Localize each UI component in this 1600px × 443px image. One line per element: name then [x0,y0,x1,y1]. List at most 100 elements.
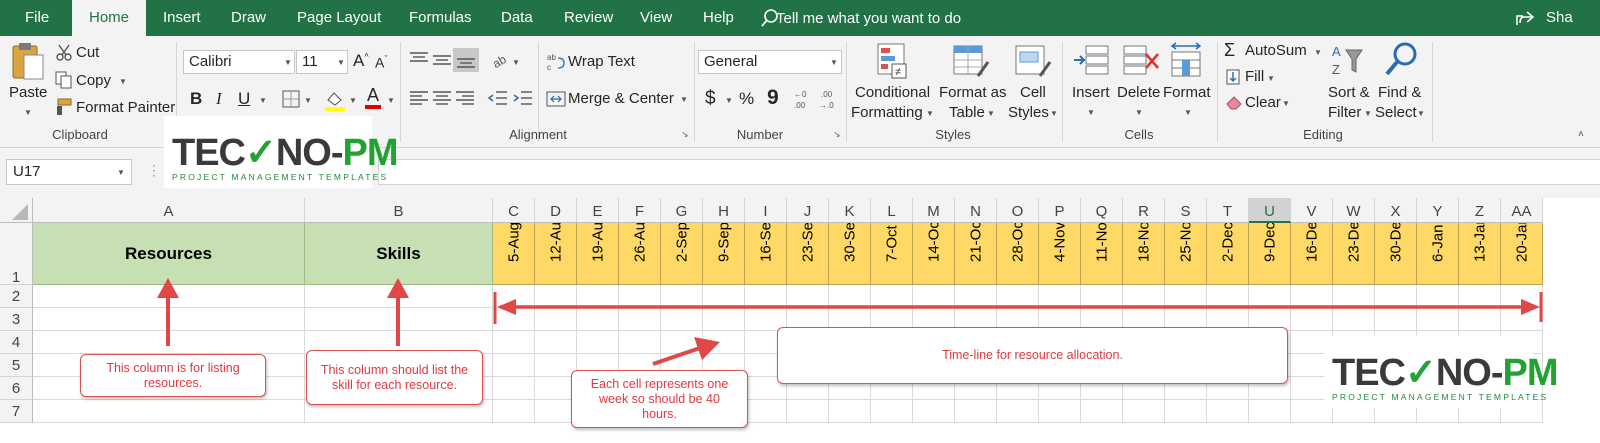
font-size-dropdown-icon[interactable]: ▼ [337,58,345,67]
fill-button[interactable]: Fill [1245,68,1264,85]
fill-icon[interactable] [1225,69,1241,85]
bold-button[interactable]: B [190,89,202,109]
delete-cells-button[interactable]: Delete [1117,84,1160,101]
tab-view[interactable]: View [640,0,672,36]
increase-font-size-icon[interactable]: A^ [353,51,369,71]
clear-dropdown-icon[interactable]: ▼ [1282,99,1290,108]
format-painter-icon[interactable] [55,98,73,116]
copy-button[interactable]: Copy [76,72,111,89]
wrap-text-icon[interactable]: abc [546,52,566,72]
cell-styles-icon[interactable] [1014,42,1054,82]
number-format-combo[interactable]: General [698,50,842,74]
format-cells-button[interactable]: Format [1163,84,1211,101]
merge-center-button[interactable]: Merge & Center [568,90,674,107]
wrap-text-button[interactable]: Wrap Text [568,53,635,70]
conditional-formatting-label-2[interactable]: Formatting [851,104,923,121]
conditional-formatting-icon[interactable]: ≠ [876,42,910,82]
tab-insert[interactable]: Insert [163,0,201,36]
cell-styles-dropdown-icon[interactable]: ▼ [1050,109,1058,118]
borders-icon[interactable] [281,89,301,109]
paste-dropdown-icon[interactable]: ▼ [24,108,32,117]
cell-styles-label-2[interactable]: Styles [1008,104,1049,121]
collapse-ribbon-icon[interactable]: ˄ [1578,129,1584,140]
share-icon[interactable] [1515,9,1537,27]
format-painter-button[interactable]: Format Painter [76,99,175,116]
decrease-font-size-icon[interactable]: Aˇ [375,54,387,71]
font-color-icon[interactable]: A [365,85,382,109]
font-name-dropdown-icon[interactable]: ▼ [284,58,292,67]
insert-cells-icon[interactable] [1072,42,1112,82]
find-select-dropdown-icon[interactable]: ▼ [1417,109,1425,118]
tab-review[interactable]: Review [564,0,613,36]
number-launcher-icon[interactable]: ↘ [833,129,841,140]
align-left-icon[interactable] [407,88,431,108]
increase-decimal-icon[interactable]: ←0.00 [793,88,817,110]
tell-me-search[interactable]: Tell me what you want to do [776,0,961,36]
fill-color-dropdown-icon[interactable]: ▼ [349,96,357,105]
format-as-table-label-1[interactable]: Format as [939,84,1007,101]
autosum-dropdown-icon[interactable]: ▼ [1314,48,1322,57]
font-name-combo[interactable]: Calibri [183,50,295,74]
copy-dropdown-icon[interactable]: ▼ [119,77,127,86]
cut-button[interactable]: Cut [76,44,99,61]
orientation-icon[interactable]: ab [490,50,512,70]
delete-cells-dropdown-icon[interactable]: ▼ [1135,108,1143,117]
fill-color-icon[interactable] [323,88,347,112]
tab-data[interactable]: Data [501,0,533,36]
copy-icon[interactable] [55,71,73,89]
tab-formulas[interactable]: Formulas [409,0,472,36]
find-select-label-1[interactable]: Find & [1378,84,1421,101]
borders-dropdown-icon[interactable]: ▼ [304,96,312,105]
tab-home[interactable]: Home [72,0,146,36]
conditional-formatting-dropdown-icon[interactable]: ▼ [926,109,934,118]
accounting-format-button[interactable]: $ [705,88,716,110]
clear-button[interactable]: Clear [1245,94,1281,111]
formula-input[interactable] [378,159,1600,185]
font-color-dropdown-icon[interactable]: ▼ [387,96,395,105]
find-select-label-2[interactable]: Select [1375,104,1417,121]
insert-cells-dropdown-icon[interactable]: ▼ [1087,108,1095,117]
cell-styles-label-1[interactable]: Cell [1020,84,1046,101]
decrease-indent-icon[interactable] [486,88,510,108]
clear-eraser-icon[interactable] [1225,94,1243,110]
italic-button[interactable]: I [216,89,222,109]
comma-style-button[interactable]: 9 [767,86,779,110]
underline-button[interactable]: U [238,89,250,109]
align-center-icon[interactable] [430,88,454,108]
sort-filter-icon[interactable]: AZ [1330,42,1370,82]
autosum-icon[interactable]: Σ [1224,40,1235,61]
name-box[interactable]: U17 [6,159,132,185]
percent-style-button[interactable]: % [739,89,754,109]
decrease-decimal-icon[interactable]: .00→.0 [818,88,842,110]
merge-center-icon[interactable] [546,90,566,108]
underline-dropdown-icon[interactable]: ▼ [259,96,267,105]
orientation-dropdown-icon[interactable]: ▼ [512,58,520,67]
accounting-dropdown-icon[interactable]: ▼ [725,96,733,105]
sort-filter-label-1[interactable]: Sort & [1328,84,1370,101]
align-bottom-icon[interactable] [453,48,479,72]
tab-draw[interactable]: Draw [231,0,266,36]
align-middle-icon[interactable] [430,50,454,70]
format-as-table-label-2[interactable]: Table [949,104,985,121]
format-as-table-dropdown-icon[interactable]: ▼ [987,109,995,118]
align-right-icon[interactable] [453,88,477,108]
name-box-dropdown-icon[interactable]: ▼ [117,168,125,177]
increase-indent-icon[interactable] [511,88,535,108]
number-format-dropdown-icon[interactable]: ▼ [830,58,838,67]
format-cells-icon[interactable] [1168,40,1208,80]
cut-icon[interactable] [55,44,73,62]
paste-button[interactable]: Paste [9,84,47,101]
tab-page-layout[interactable]: Page Layout [297,0,381,36]
merge-center-dropdown-icon[interactable]: ▼ [680,95,688,104]
paste-icon[interactable] [10,42,46,82]
autosum-button[interactable]: AutoSum [1245,42,1307,59]
fill-dropdown-icon[interactable]: ▼ [1267,74,1275,83]
insert-cells-button[interactable]: Insert [1072,84,1110,101]
conditional-formatting-label-1[interactable]: Conditional [855,84,930,101]
tab-file[interactable]: File [25,0,49,36]
share-button[interactable]: Sha [1546,0,1573,36]
format-as-table-icon[interactable] [952,42,992,82]
find-select-icon[interactable] [1382,40,1422,80]
delete-cells-icon[interactable] [1122,42,1162,82]
format-cells-dropdown-icon[interactable]: ▼ [1184,108,1192,117]
